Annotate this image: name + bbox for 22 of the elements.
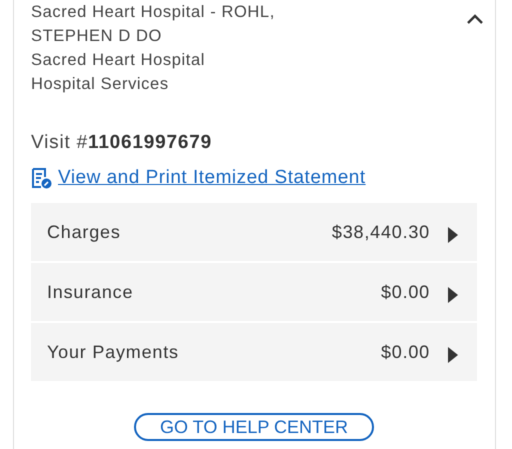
row-label: Charges [47, 222, 122, 242]
row-label: Insurance [47, 282, 134, 302]
visit-detail: Sacred Heart Hospital - ROHL, [31, 2, 275, 23]
summary-row[interactable]: Insurance $0.00 [31, 263, 477, 321]
visit-detail: STEPHEN D DO [31, 26, 162, 47]
collapse-toggle[interactable] [465, 12, 485, 26]
chevron-icon [466, 13, 484, 25]
visit-detail: Sacred Heart Hospital [31, 50, 206, 71]
play-arrow-icon [448, 347, 458, 363]
row-amount: $38,440.30 [332, 222, 430, 242]
row-amount: $0.00 [380, 342, 430, 362]
row-amount: $0.00 [380, 282, 430, 302]
play-arrow-icon [448, 287, 458, 303]
summary-row[interactable]: Charges $38,440.30 [31, 203, 477, 261]
visit-detail: Hospital Services [31, 74, 169, 95]
visit-number: Visit #11061997679 [31, 132, 213, 154]
help-center-button[interactable]: GO TO HELP CENTER [134, 413, 374, 441]
itemized-statement-link[interactable]: View and Print Itemized Statement [58, 167, 366, 189]
row-label: Your Payments [47, 342, 180, 362]
summary-row[interactable]: Your Payments $0.00 [31, 323, 477, 381]
play-arrow-icon [448, 227, 458, 243]
document-icon [31, 167, 52, 189]
